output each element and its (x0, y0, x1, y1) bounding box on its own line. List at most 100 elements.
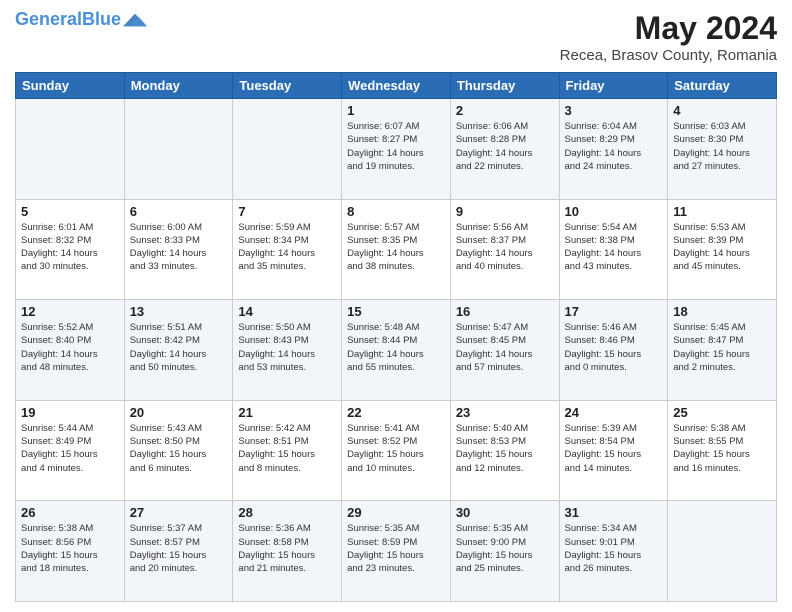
cell-info-text: Sunrise: 6:04 AMSunset: 8:29 PMDaylight:… (565, 120, 663, 173)
cell-day-number: 15 (347, 304, 445, 319)
cell-info-text: Sunrise: 6:06 AMSunset: 8:28 PMDaylight:… (456, 120, 554, 173)
calendar-cell: 25Sunrise: 5:38 AMSunset: 8:55 PMDayligh… (668, 400, 777, 501)
cell-info-text: Sunrise: 5:35 AMSunset: 9:00 PMDaylight:… (456, 522, 554, 575)
cell-info-text: Sunrise: 5:53 AMSunset: 8:39 PMDaylight:… (673, 221, 771, 274)
calendar-cell: 6Sunrise: 6:00 AMSunset: 8:33 PMDaylight… (124, 199, 233, 300)
cell-info-text: Sunrise: 5:47 AMSunset: 8:45 PMDaylight:… (456, 321, 554, 374)
calendar-cell: 13Sunrise: 5:51 AMSunset: 8:42 PMDayligh… (124, 300, 233, 401)
main-title: May 2024 (560, 10, 777, 47)
calendar-cell: 18Sunrise: 5:45 AMSunset: 8:47 PMDayligh… (668, 300, 777, 401)
cell-day-number: 29 (347, 505, 445, 520)
cell-info-text: Sunrise: 5:50 AMSunset: 8:43 PMDaylight:… (238, 321, 336, 374)
cell-info-text: Sunrise: 5:46 AMSunset: 8:46 PMDaylight:… (565, 321, 663, 374)
calendar-cell: 30 Sunrise: 5:35 AMSunset: 9:00 PMDayligh… (450, 501, 559, 602)
col-header-thursday: Thursday (450, 73, 559, 99)
cell-day-number: 5 (21, 204, 119, 219)
calendar-cell: 17Sunrise: 5:46 AMSunset: 8:46 PMDayligh… (559, 300, 668, 401)
calendar-week-5: 26 Sunrise: 5:38 AMSunset: 8:56 PMDayligh… (16, 501, 777, 602)
cell-day-number: 2 (456, 103, 554, 118)
cell-day-number: 23 (456, 405, 554, 420)
cell-day-number: 13 (130, 304, 228, 319)
cell-day-number: 20 (130, 405, 228, 420)
calendar-cell: 26 Sunrise: 5:38 AMSunset: 8:56 PMDayligh… (16, 501, 125, 602)
cell-day-number: 31 (565, 505, 663, 520)
subtitle: Recea, Brasov County, Romania (560, 47, 777, 64)
cell-day-number: 27 (130, 505, 228, 520)
cell-info-text: Sunrise: 5:38 AMSunset: 8:55 PMDaylight:… (673, 422, 771, 475)
calendar-cell: 7 Sunrise: 5:59 AMSunset: 8:34 PMDaylight… (233, 199, 342, 300)
cell-info-text: Sunrise: 6:07 AMSunset: 8:27 PMDaylight:… (347, 120, 445, 173)
calendar-cell: 2 Sunrise: 6:06 AMSunset: 8:28 PMDaylight… (450, 99, 559, 200)
calendar-cell: 3 Sunrise: 6:04 AMSunset: 8:29 PMDaylight… (559, 99, 668, 200)
col-header-monday: Monday (124, 73, 233, 99)
calendar-cell (16, 99, 125, 200)
cell-info-text: Sunrise: 5:59 AMSunset: 8:34 PMDaylight:… (238, 221, 336, 274)
calendar-cell: 29Sunrise: 5:35 AMSunset: 8:59 PMDayligh… (342, 501, 451, 602)
col-header-friday: Friday (559, 73, 668, 99)
cell-day-number: 9 (456, 204, 554, 219)
col-header-saturday: Saturday (668, 73, 777, 99)
cell-info-text: Sunrise: 5:37 AMSunset: 8:57 PMDaylight:… (130, 522, 228, 575)
calendar-cell: 28Sunrise: 5:36 AMSunset: 8:58 PMDayligh… (233, 501, 342, 602)
cell-day-number: 24 (565, 405, 663, 420)
calendar-week-1: 1 Sunrise: 6:07 AMSunset: 8:27 PMDaylight… (16, 99, 777, 200)
logo-text: GeneralBlue (15, 10, 121, 30)
cell-info-text: Sunrise: 5:44 AMSunset: 8:49 PMDaylight:… (21, 422, 119, 475)
cell-info-text: Sunrise: 5:40 AMSunset: 8:53 PMDaylight:… (456, 422, 554, 475)
cell-info-text: Sunrise: 6:00 AMSunset: 8:33 PMDaylight:… (130, 221, 228, 274)
cell-day-number: 7 (238, 204, 336, 219)
cell-day-number: 14 (238, 304, 336, 319)
calendar-cell: 16Sunrise: 5:47 AMSunset: 8:45 PMDayligh… (450, 300, 559, 401)
cell-day-number: 4 (673, 103, 771, 118)
cell-info-text: Sunrise: 5:39 AMSunset: 8:54 PMDaylight:… (565, 422, 663, 475)
calendar-week-3: 12Sunrise: 5:52 AMSunset: 8:40 PMDayligh… (16, 300, 777, 401)
cell-day-number: 21 (238, 405, 336, 420)
calendar-week-4: 19 Sunrise: 5:44 AMSunset: 8:49 PMDayligh… (16, 400, 777, 501)
calendar-cell: 8Sunrise: 5:57 AMSunset: 8:35 PMDaylight… (342, 199, 451, 300)
calendar-cell: 12Sunrise: 5:52 AMSunset: 8:40 PMDayligh… (16, 300, 125, 401)
calendar-cell: 24 Sunrise: 5:39 AMSunset: 8:54 PMDayligh… (559, 400, 668, 501)
logo: GeneralBlue (15, 10, 147, 30)
calendar-week-2: 5 Sunrise: 6:01 AMSunset: 8:32 PMDaylight… (16, 199, 777, 300)
cell-day-number: 26 (21, 505, 119, 520)
col-header-sunday: Sunday (16, 73, 125, 99)
cell-info-text: Sunrise: 5:34 AMSunset: 9:01 PMDaylight:… (565, 522, 663, 575)
cell-info-text: Sunrise: 5:41 AMSunset: 8:52 PMDaylight:… (347, 422, 445, 475)
cell-day-number: 1 (347, 103, 445, 118)
cell-info-text: Sunrise: 5:52 AMSunset: 8:40 PMDaylight:… (21, 321, 119, 374)
calendar-header-row: SundayMondayTuesdayWednesdayThursdayFrid… (16, 73, 777, 99)
cell-day-number: 30 (456, 505, 554, 520)
calendar-cell: 22Sunrise: 5:41 AMSunset: 8:52 PMDayligh… (342, 400, 451, 501)
logo-icon (123, 10, 147, 30)
cell-info-text: Sunrise: 5:54 AMSunset: 8:38 PMDaylight:… (565, 221, 663, 274)
col-header-tuesday: Tuesday (233, 73, 342, 99)
calendar-cell: 15Sunrise: 5:48 AMSunset: 8:44 PMDayligh… (342, 300, 451, 401)
cell-info-text: Sunrise: 5:56 AMSunset: 8:37 PMDaylight:… (456, 221, 554, 274)
calendar-cell: 1 Sunrise: 6:07 AMSunset: 8:27 PMDaylight… (342, 99, 451, 200)
title-block: May 2024 Recea, Brasov County, Romania (560, 10, 777, 64)
calendar-cell: 21Sunrise: 5:42 AMSunset: 8:51 PMDayligh… (233, 400, 342, 501)
cell-day-number: 10 (565, 204, 663, 219)
cell-day-number: 28 (238, 505, 336, 520)
calendar-cell (124, 99, 233, 200)
cell-info-text: Sunrise: 5:38 AMSunset: 8:56 PMDaylight:… (21, 522, 119, 575)
page: GeneralBlue May 2024 Recea, Brasov Count… (0, 0, 792, 612)
calendar-cell: 14 Sunrise: 5:50 AMSunset: 8:43 PMDayligh… (233, 300, 342, 401)
cell-day-number: 3 (565, 103, 663, 118)
cell-day-number: 19 (21, 405, 119, 420)
calendar-cell: 5 Sunrise: 6:01 AMSunset: 8:32 PMDaylight… (16, 199, 125, 300)
calendar-table: SundayMondayTuesdayWednesdayThursdayFrid… (15, 72, 777, 602)
col-header-wednesday: Wednesday (342, 73, 451, 99)
calendar-cell: 20 Sunrise: 5:43 AMSunset: 8:50 PMDayligh… (124, 400, 233, 501)
cell-info-text: Sunrise: 5:43 AMSunset: 8:50 PMDaylight:… (130, 422, 228, 475)
cell-info-text: Sunrise: 6:03 AMSunset: 8:30 PMDaylight:… (673, 120, 771, 173)
calendar-cell: 11 Sunrise: 5:53 AMSunset: 8:39 PMDayligh… (668, 199, 777, 300)
header: GeneralBlue May 2024 Recea, Brasov Count… (15, 10, 777, 64)
calendar-cell (668, 501, 777, 602)
calendar-cell: 9 Sunrise: 5:56 AMSunset: 8:37 PMDaylight… (450, 199, 559, 300)
cell-info-text: Sunrise: 6:01 AMSunset: 8:32 PMDaylight:… (21, 221, 119, 274)
calendar-cell: 27 Sunrise: 5:37 AMSunset: 8:57 PMDayligh… (124, 501, 233, 602)
calendar-cell: 19 Sunrise: 5:44 AMSunset: 8:49 PMDayligh… (16, 400, 125, 501)
cell-day-number: 11 (673, 204, 771, 219)
cell-info-text: Sunrise: 5:57 AMSunset: 8:35 PMDaylight:… (347, 221, 445, 274)
